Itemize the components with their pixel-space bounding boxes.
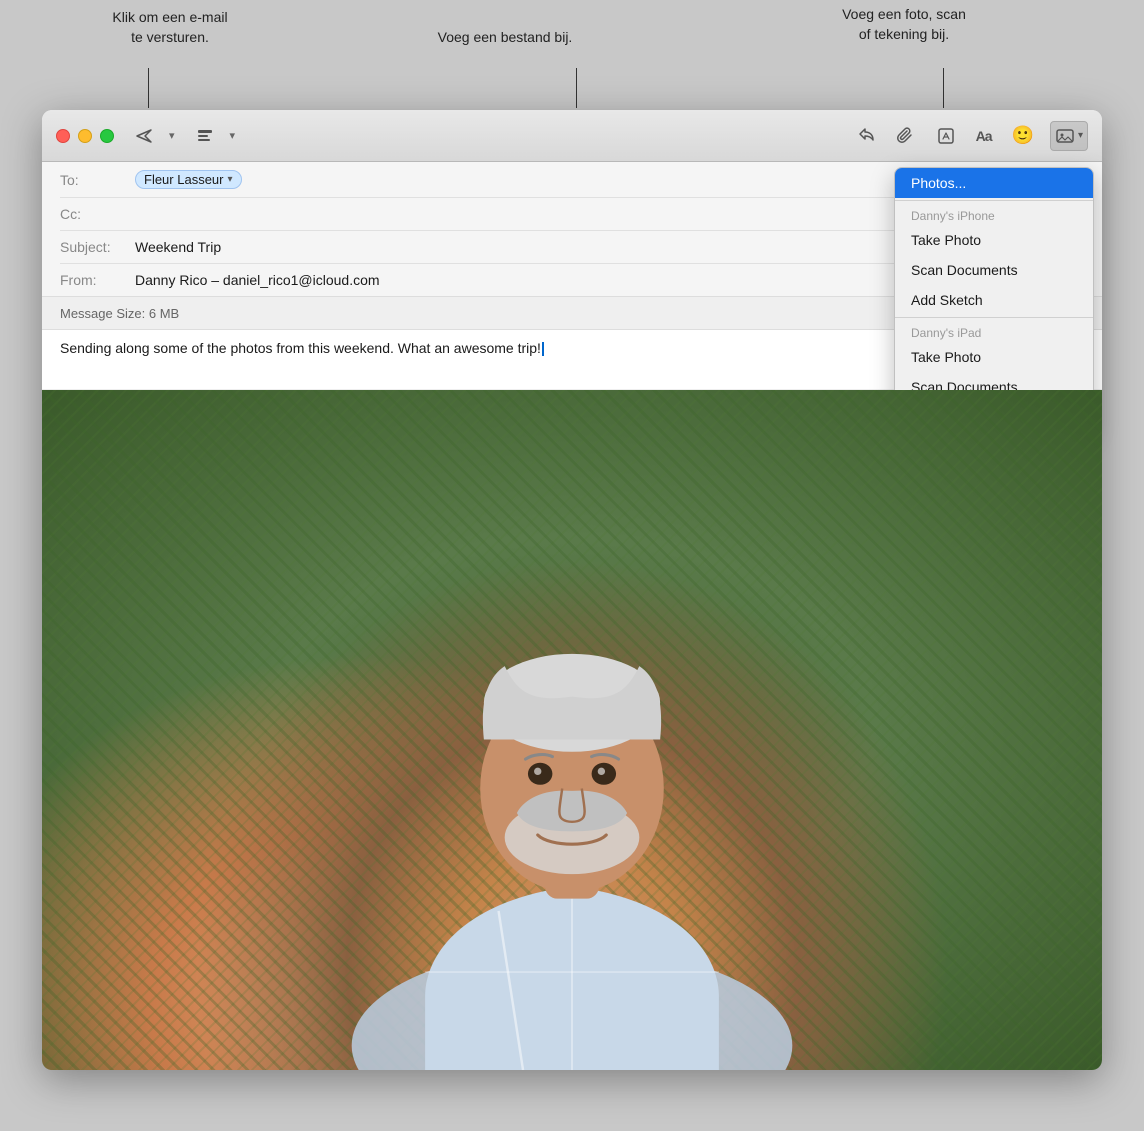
- photo-icon: [1055, 126, 1075, 146]
- markup-icon: [936, 126, 956, 146]
- photo-area: [42, 390, 1102, 1070]
- font-button[interactable]: Aa: [972, 124, 996, 148]
- from-label: From:: [60, 272, 135, 288]
- subject-label: Subject:: [60, 239, 135, 255]
- tooltip-line-attach: [576, 68, 577, 108]
- attachment-icon: [896, 126, 916, 146]
- close-button[interactable]: [56, 129, 70, 143]
- markup-button[interactable]: [932, 122, 960, 150]
- insert-media-button[interactable]: ▾: [1050, 121, 1088, 151]
- title-bar: ▾ ▾: [42, 110, 1102, 162]
- attachment-button[interactable]: [892, 122, 920, 150]
- cursor: [542, 342, 544, 356]
- reply-icon: [856, 126, 876, 146]
- send-button[interactable]: [130, 122, 158, 150]
- menu-section-iphone: Danny's iPhone: [895, 203, 1093, 225]
- body-text: Sending along some of the photos from th…: [60, 340, 541, 356]
- to-label: To:: [60, 172, 135, 188]
- menu-item-add-sketch-iphone[interactable]: Add Sketch: [895, 285, 1093, 315]
- format-icon: [195, 126, 215, 146]
- mail-window: ▾ ▾: [42, 110, 1102, 1070]
- send-chevron[interactable]: ▾: [169, 129, 175, 142]
- format-button[interactable]: [191, 122, 219, 150]
- insert-media-container: ▾ Photos... Danny's iPhone Take Photo Sc…: [1050, 121, 1088, 151]
- minimize-button[interactable]: [78, 129, 92, 143]
- reply-button[interactable]: [852, 122, 880, 150]
- format-chevron[interactable]: ▾: [230, 129, 236, 142]
- subject-value[interactable]: Weekend Trip: [135, 239, 221, 255]
- insert-media-chevron: ▾: [1078, 130, 1083, 141]
- page-wrapper: Klik om een e-mail te versturen. Voeg ee…: [0, 0, 1144, 1131]
- menu-item-take-photo-iphone[interactable]: Take Photo: [895, 225, 1093, 255]
- tooltip-attach: Voeg een bestand bij.: [430, 28, 580, 48]
- tooltip-line-send: [148, 68, 149, 108]
- photo-background: [42, 390, 1102, 1070]
- toolbar-left: ▾ ▾: [130, 122, 235, 150]
- send-icon: [134, 126, 154, 146]
- message-size: Message Size: 6 MB: [60, 306, 179, 321]
- zoom-button[interactable]: [100, 129, 114, 143]
- tooltip-area: Klik om een e-mail te versturen. Voeg ee…: [0, 0, 1144, 110]
- traffic-lights: [56, 129, 114, 143]
- recipient-chevron: ▾: [227, 174, 232, 185]
- person-svg: [201, 458, 943, 1070]
- emoji-button[interactable]: 🙂: [1008, 121, 1038, 150]
- from-value: Danny Rico – daniel_rico1@icloud.com: [135, 272, 380, 288]
- menu-divider-2: [895, 317, 1093, 318]
- cc-label: Cc:: [60, 206, 135, 222]
- recipient-name: Fleur Lasseur: [144, 172, 223, 187]
- recipient-tag[interactable]: Fleur Lasseur ▾: [135, 170, 242, 189]
- menu-divider-1: [895, 200, 1093, 201]
- toolbar-right: Aa 🙂 ▾ Photos...: [852, 121, 1088, 151]
- tooltip-line-photo: [943, 68, 944, 108]
- menu-item-take-photo-ipad[interactable]: Take Photo: [895, 342, 1093, 372]
- menu-item-photos[interactable]: Photos...: [895, 168, 1093, 198]
- menu-section-ipad: Danny's iPad: [895, 320, 1093, 342]
- tooltip-send: Klik om een e-mail te versturen.: [90, 8, 250, 47]
- tooltip-photo: Voeg een foto, scan of tekening bij.: [804, 5, 1004, 44]
- menu-item-scan-docs-iphone[interactable]: Scan Documents: [895, 255, 1093, 285]
